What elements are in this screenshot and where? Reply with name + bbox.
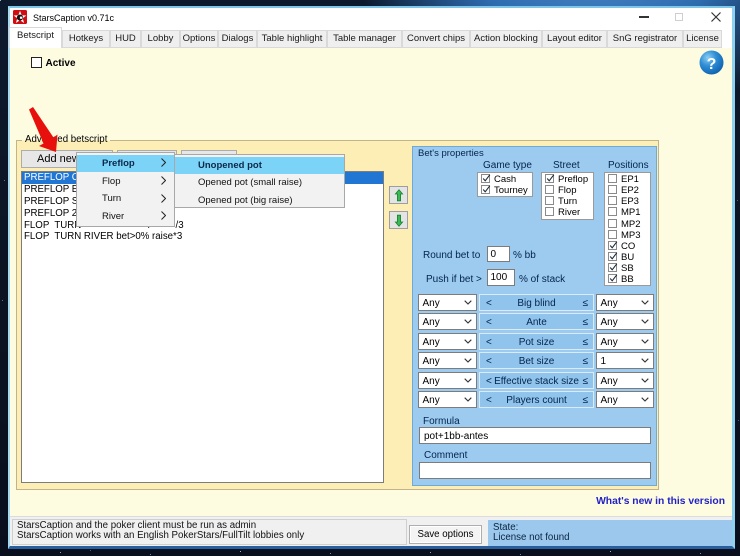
- svg-text:?: ?: [707, 56, 717, 73]
